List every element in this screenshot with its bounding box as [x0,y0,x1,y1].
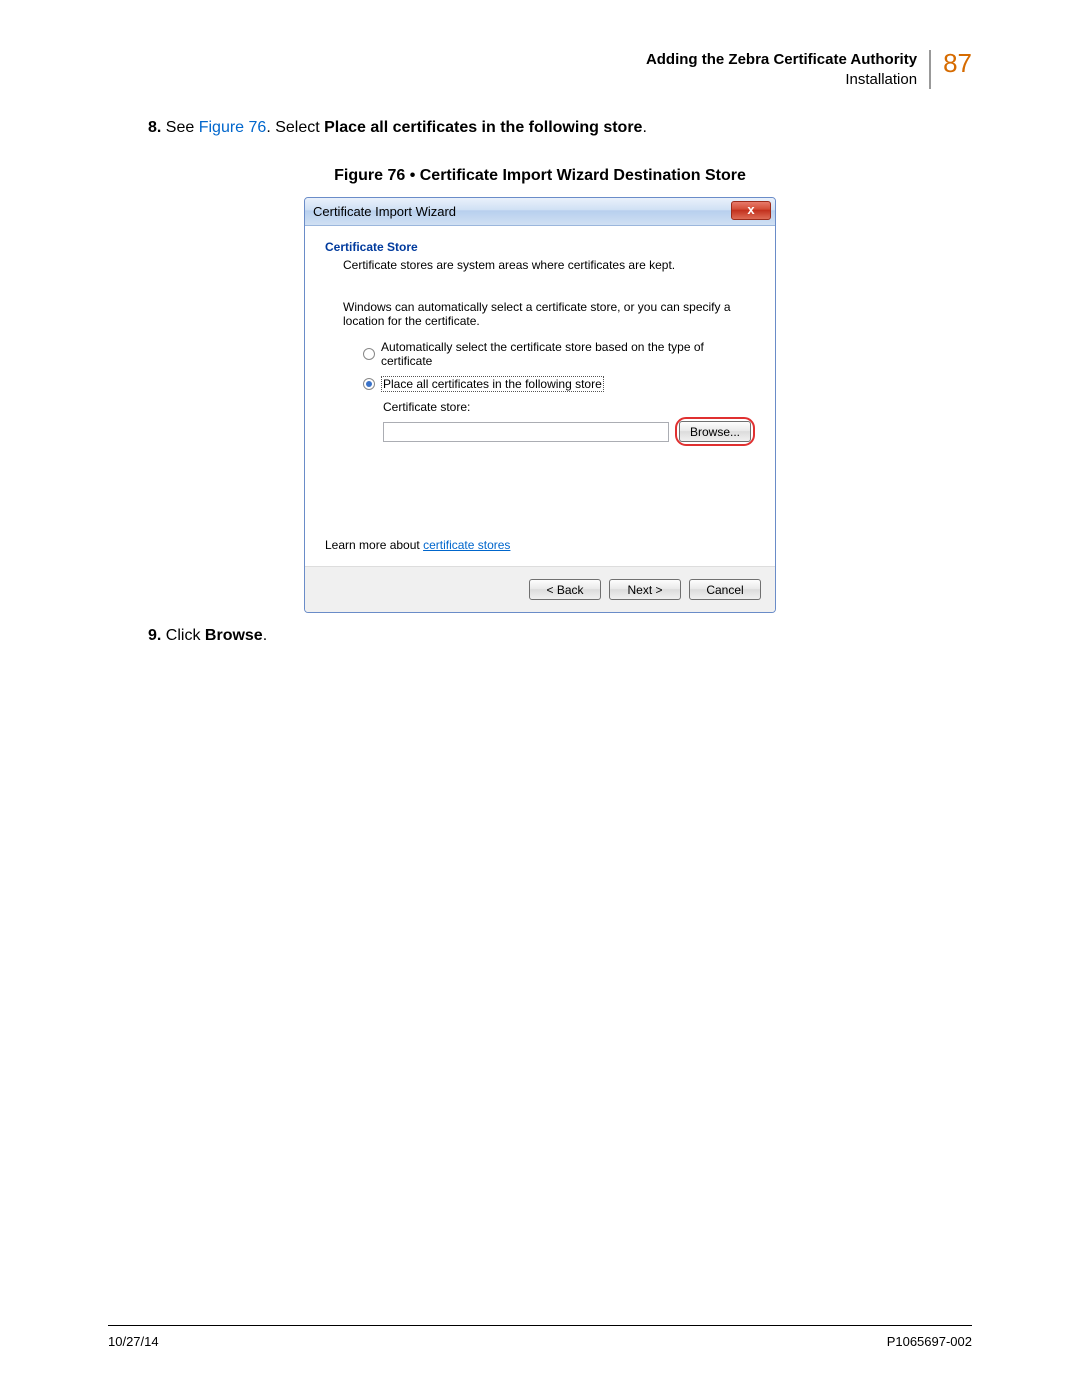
next-button[interactable]: Next > [609,579,681,600]
browse-button[interactable]: Browse... [679,421,751,442]
radio-auto-select-row[interactable]: Automatically select the certificate sto… [363,340,755,368]
step-8-mid: . Select [266,119,324,136]
dialog-body: Certificate Store Certificate stores are… [305,226,775,566]
step-9-lead: Click [166,627,205,644]
radio-place-all-label: Place all certificates in the following … [381,376,604,392]
header-text-block: Adding the Zebra Certificate Authority I… [646,50,929,89]
radio-auto-select-label: Automatically select the certificate sto… [381,340,755,368]
browse-button-label: Browse... [690,425,740,439]
next-button-label: Next > [627,583,662,597]
certificate-store-description: Certificate stores are system areas wher… [343,258,755,272]
footer-doc-number: P1065697-002 [887,1334,972,1349]
close-icon: x [747,202,754,217]
learn-more-row: Learn more about certificate stores [325,538,510,552]
back-button[interactable]: < Back [529,579,601,600]
dialog-footer: < Back Next > Cancel [305,566,775,612]
certificate-store-field-row: Browse... [383,417,755,446]
browse-button-highlight: Browse... [675,417,755,446]
step-9-end: . [263,627,267,644]
learn-more-link[interactable]: certificate stores [423,538,510,552]
page-number: 87 [931,50,972,76]
step-8-lead: See [166,119,199,136]
step-9-number: 9. [148,627,161,644]
certificate-import-wizard-dialog: Certificate Import Wizard x Certificate … [304,197,776,613]
step-8-number: 8. [148,119,161,136]
document-page: Adding the Zebra Certificate Authority I… [0,0,1080,1397]
store-selection-instruction: Windows can automatically select a certi… [343,300,755,328]
certificate-store-input[interactable] [383,422,669,442]
header-subsection: Installation [646,70,917,90]
cancel-button[interactable]: Cancel [689,579,761,600]
step-8-end: . [642,119,646,136]
radio-place-all[interactable] [363,378,375,390]
dialog-titlebar[interactable]: Certificate Import Wizard x [305,198,775,226]
cancel-button-label: Cancel [706,583,743,597]
step-9-bold: Browse [205,627,263,644]
radio-auto-select[interactable] [363,348,375,360]
header-section-title: Adding the Zebra Certificate Authority [646,50,917,70]
step-9: 9. Click Browse. [148,627,972,645]
learn-more-prefix: Learn more about [325,538,423,552]
radio-place-all-row[interactable]: Place all certificates in the following … [363,376,755,392]
step-8: 8. See Figure 76. Select Place all certi… [148,119,972,137]
page-footer: 10/27/14 P1065697-002 [108,1325,972,1349]
dialog-title: Certificate Import Wizard [313,204,456,219]
footer-date: 10/27/14 [108,1334,159,1349]
certificate-store-heading: Certificate Store [325,240,755,254]
figure-76-link[interactable]: Figure 76 [199,119,267,136]
close-button[interactable]: x [731,201,771,220]
certificate-store-field-label: Certificate store: [383,400,755,414]
figure-76-caption: Figure 76 • Certificate Import Wizard De… [108,167,972,185]
page-header: Adding the Zebra Certificate Authority I… [108,50,972,89]
step-8-bold: Place all certificates in the following … [324,119,642,136]
back-button-label: < Back [546,583,583,597]
